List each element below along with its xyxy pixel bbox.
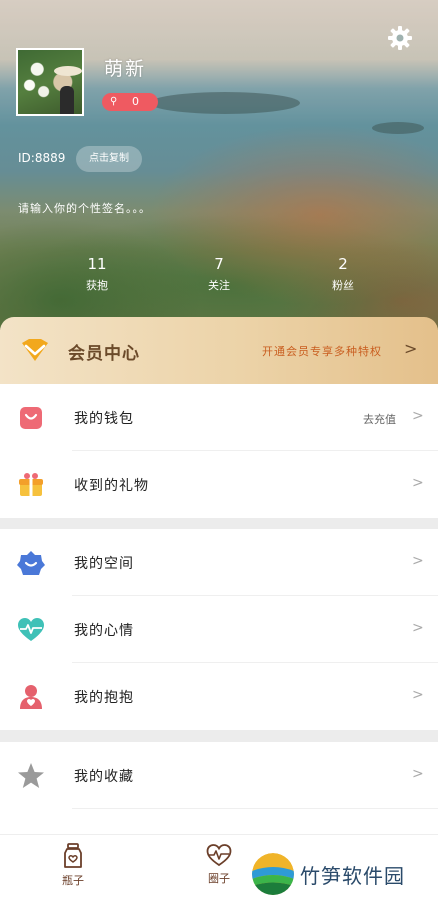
member-promo-text: 开通会员专享多种特权 (262, 345, 382, 358)
menu-item-favorites[interactable]: 我的收藏 > (0, 742, 438, 809)
settings-gear-icon[interactable] (387, 25, 413, 51)
menu-item-space[interactable]: 我的空间 > (0, 529, 438, 596)
divider (72, 808, 438, 809)
member-center-title: 会员中心 (68, 344, 140, 364)
watermark-text: 竹笋软件园 (300, 864, 405, 888)
heart-pulse-tab-icon (206, 844, 232, 867)
menu-group-wallet: 我的钱包 去充值 > 收到的礼物 > (0, 384, 438, 518)
chevron-right-icon: > (412, 475, 424, 491)
menu-label: 我的空间 (74, 556, 134, 572)
menu-label: 我的收藏 (74, 769, 134, 785)
member-center-banner[interactable]: 会员中心 开通会员专享多种特权 > (0, 317, 438, 384)
star-icon (18, 763, 44, 788)
profile-header: 萌新 ⚲ 0 ID:8889 点击复制 请输入你的个性签名。。。 11 获抱 7… (0, 0, 438, 330)
avatar[interactable] (16, 48, 84, 116)
chevron-right-icon: > (412, 620, 424, 636)
level-value: 0 (132, 95, 139, 108)
chevron-right-icon: > (404, 339, 418, 358)
wallet-bag-icon (20, 407, 42, 429)
stat-hugs-received[interactable]: 11 获抱 (67, 255, 127, 293)
heart-pulse-icon (18, 618, 44, 641)
hug-person-icon (20, 685, 42, 709)
menu-item-mood[interactable]: 我的心情 > (0, 596, 438, 663)
menu-item-gifts[interactable]: 收到的礼物 > (0, 451, 438, 518)
tab-label: 圈子 (208, 872, 230, 885)
stat-fans[interactable]: 2 粉丝 (313, 255, 373, 293)
stat-value: 7 (214, 255, 224, 273)
nickname: 萌新 (104, 58, 147, 80)
stat-label: 获抱 (86, 279, 108, 292)
chevron-right-icon: > (412, 766, 424, 782)
chevron-right-icon: > (412, 687, 424, 703)
menu-group-personal: 我的空间 > 我的心情 > 我的抱抱 > (0, 529, 438, 730)
menu-item-wallet[interactable]: 我的钱包 去充值 > (0, 384, 438, 451)
tab-circle[interactable]: 圈子 (189, 843, 249, 886)
menu-item-hugs[interactable]: 我的抱抱 > (0, 663, 438, 730)
gift-icon (19, 473, 43, 496)
search-level-icon: ⚲ (110, 96, 118, 107)
vip-diamond-icon (22, 339, 48, 361)
bottle-icon (64, 843, 82, 868)
chevron-right-icon: > (412, 553, 424, 569)
recharge-link[interactable]: 去充值 (363, 411, 396, 427)
menu-label: 收到的礼物 (74, 478, 149, 494)
tab-bottle[interactable]: 瓶子 (43, 843, 103, 888)
stat-following[interactable]: 7 关注 (189, 255, 249, 293)
signature[interactable]: 请输入你的个性签名。。。 (18, 200, 151, 216)
menu-label: 我的钱包 (74, 411, 134, 427)
copy-id-button[interactable]: 点击复制 (76, 146, 142, 172)
chevron-right-icon: > (412, 408, 424, 424)
avatar-figure (60, 86, 74, 114)
avatar-hat (54, 66, 82, 76)
stat-label: 粉丝 (332, 279, 354, 292)
watermark-logo (252, 853, 294, 895)
tab-label: 瓶子 (62, 874, 84, 887)
menu-group-favorites: 我的收藏 > (0, 742, 438, 834)
level-badge: ⚲ 0 (102, 93, 158, 111)
flower-space-icon (17, 551, 45, 575)
stat-value: 11 (87, 255, 107, 273)
menu-label: 我的抱抱 (74, 690, 134, 706)
stat-value: 2 (338, 255, 348, 273)
user-id: ID:8889 (18, 151, 66, 165)
menu-label: 我的心情 (74, 623, 134, 639)
stat-label: 关注 (208, 279, 230, 292)
